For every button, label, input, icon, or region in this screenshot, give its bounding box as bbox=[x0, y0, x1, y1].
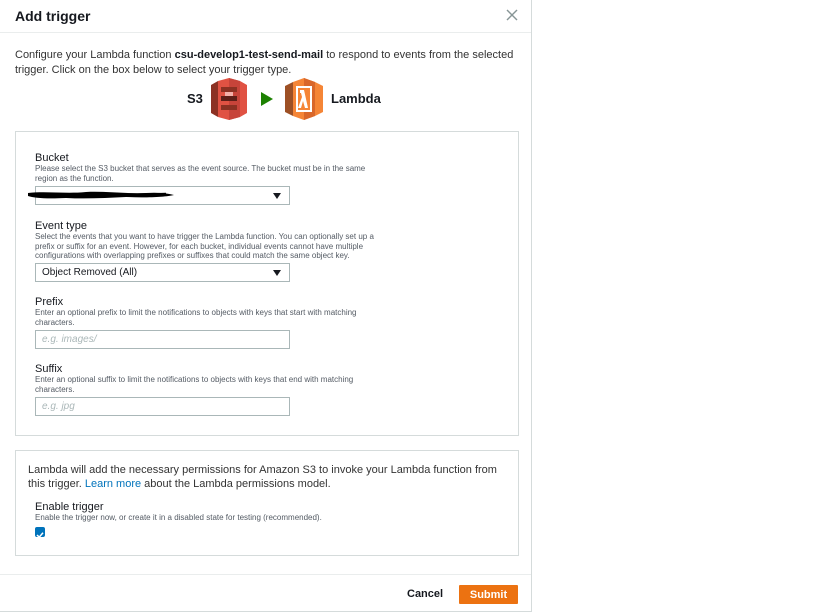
lambda-icon bbox=[285, 78, 323, 120]
suffix-description: Enter an optional suffix to limit the no… bbox=[35, 375, 354, 394]
cancel-button[interactable]: Cancel bbox=[407, 588, 443, 600]
suffix-label: Suffix bbox=[35, 363, 63, 375]
bucket-select[interactable] bbox=[28, 186, 290, 205]
checkmark-icon bbox=[36, 532, 44, 539]
event-type-description: Select the events that you want to have … bbox=[35, 232, 374, 260]
footer-divider bbox=[0, 574, 531, 575]
target-label: Lambda bbox=[331, 91, 381, 106]
bucket-description: Please select the S3 bucket that serves … bbox=[35, 164, 366, 183]
function-name: csu-develop1-test-send-mail bbox=[174, 49, 324, 61]
modal-header: Add trigger bbox=[0, 0, 531, 33]
add-trigger-modal: Add trigger Configure your Lambda functi… bbox=[0, 0, 532, 612]
trigger-config-panel: Bucket Please select the S3 bucket that … bbox=[15, 131, 519, 436]
prefix-input[interactable] bbox=[35, 330, 290, 349]
chevron-down-icon bbox=[273, 193, 281, 199]
play-arrow-icon bbox=[261, 92, 273, 106]
close-icon[interactable] bbox=[505, 8, 519, 22]
submit-button[interactable]: Submit bbox=[459, 585, 518, 604]
enable-trigger-label: Enable trigger bbox=[35, 501, 104, 513]
prefix-label: Prefix bbox=[35, 296, 64, 308]
event-type-select-value: Object Removed (All) bbox=[42, 267, 138, 278]
event-type-select[interactable]: Object Removed (All) bbox=[35, 263, 290, 282]
event-type-label: Event type bbox=[35, 220, 87, 232]
permissions-panel: Lambda will add the necessary permission… bbox=[15, 450, 519, 556]
learn-more-link[interactable]: Learn more bbox=[85, 478, 141, 490]
enable-trigger-description: Enable the trigger now, or create it in … bbox=[35, 513, 322, 522]
prefix-description: Enter an optional prefix to limit the no… bbox=[35, 308, 357, 327]
trigger-flow: S3 Lambda bbox=[0, 78, 531, 120]
intro-text: Configure your Lambda function csu-devel… bbox=[15, 49, 514, 76]
suffix-input[interactable] bbox=[35, 397, 290, 416]
modal-title: Add trigger bbox=[15, 8, 91, 24]
redaction-mark bbox=[28, 191, 174, 199]
enable-trigger-checkbox[interactable] bbox=[35, 527, 45, 539]
bucket-label: Bucket bbox=[35, 152, 69, 164]
permissions-text: Lambda will add the necessary permission… bbox=[28, 464, 497, 490]
source-label: S3 bbox=[187, 91, 203, 106]
s3-bucket-icon bbox=[211, 78, 247, 120]
chevron-down-icon bbox=[273, 270, 281, 276]
